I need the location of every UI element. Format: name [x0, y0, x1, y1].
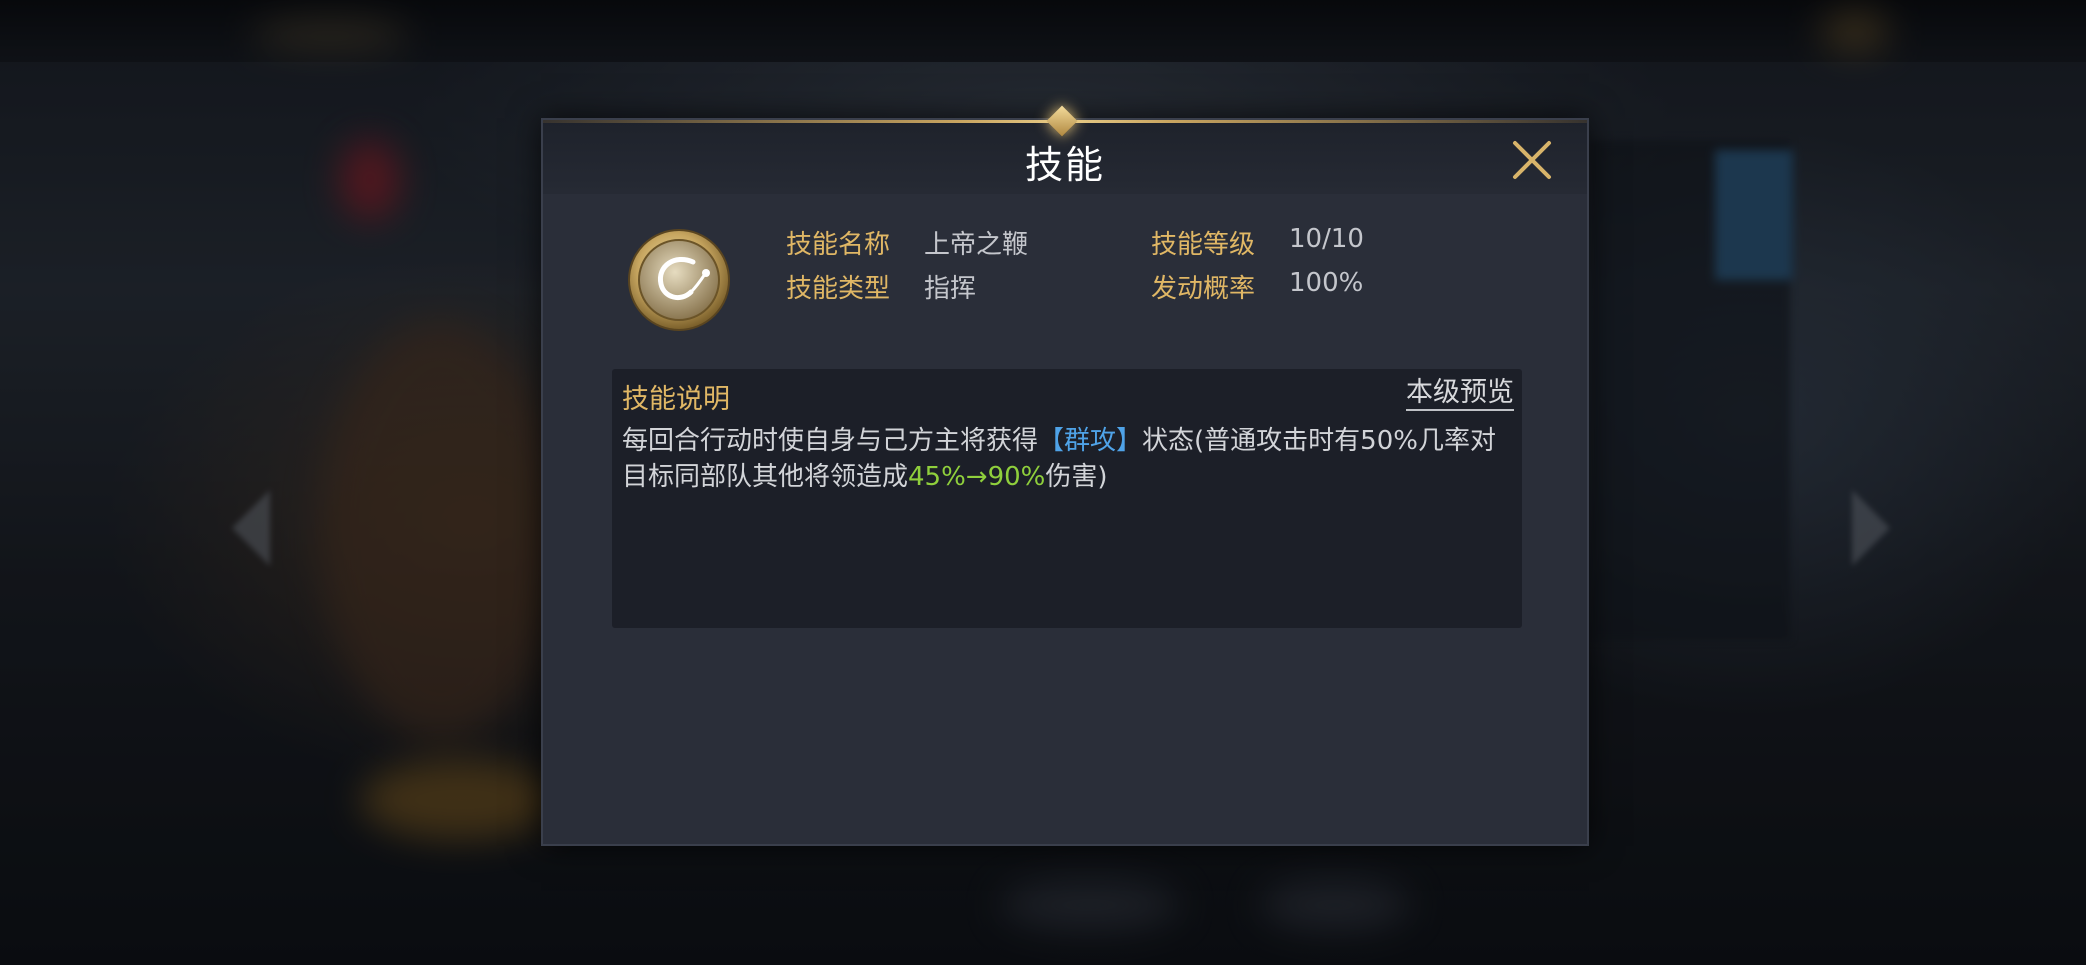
trigger-chance-value: 100% [1289, 268, 1364, 298]
dialog-title: 技能 [1024, 143, 1105, 187]
damage-range: 45%→90% [908, 462, 1046, 492]
description-text-part3: 伤害) [1045, 462, 1108, 492]
skill-type-label: 技能类型 [786, 274, 891, 304]
skill-name-label: 技能名称 [786, 230, 891, 260]
skill-name-value: 上帝之鞭 [924, 230, 1029, 260]
skill-type-value: 指挥 [924, 274, 977, 304]
trigger-chance-label: 发动概率 [1151, 274, 1256, 304]
skill-level-value: 10/10 [1289, 224, 1364, 254]
status-keyword: 【群攻】 [1038, 426, 1143, 456]
description-text-part1: 每回合行动时使自身与己方主将获得 [622, 426, 1039, 456]
close-x-icon [1513, 141, 1551, 179]
description-text: 每回合行动时使自身与己方主将获得【群攻】状态(普通攻击时有50%几率对目标同部队… [622, 423, 1502, 495]
skill-level-label: 技能等级 [1151, 230, 1256, 260]
level-preview-link[interactable]: 本级预览 [1406, 377, 1514, 411]
dialog-header: 技能 [543, 105, 1587, 194]
description-panel: 技能说明 本级预览 每回合行动时使自身与己方主将获得【群攻】状态(普通攻击时有5… [612, 369, 1522, 628]
close-button[interactable] [1510, 138, 1554, 182]
skill-dialog: 技能 技能名称 上帝之鞭 技能等级 10/10 技能类型 指挥 发动概率 100… [541, 105, 1589, 846]
description-title: 技能说明 [622, 384, 730, 415]
whip-emblem-icon [625, 226, 733, 334]
